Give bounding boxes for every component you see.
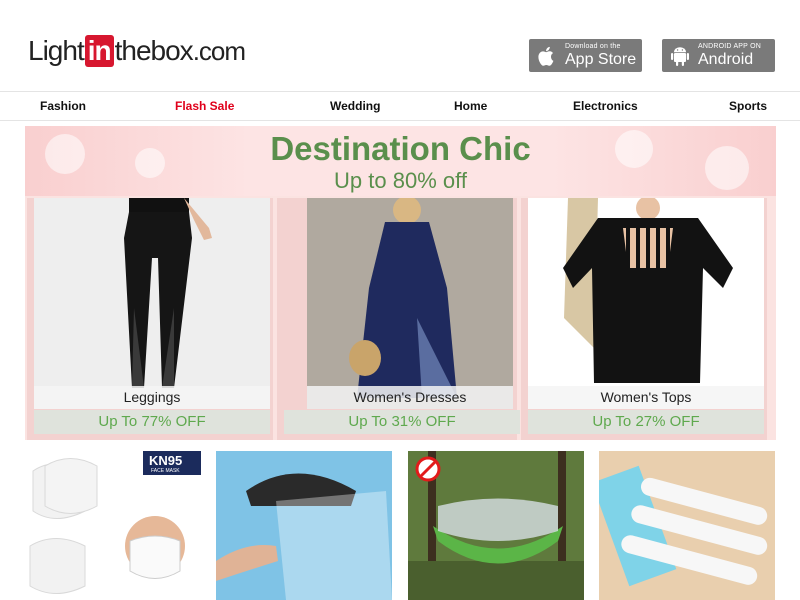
product-tile-hammock[interactable]: [408, 451, 584, 600]
android-icon: [670, 45, 690, 67]
nav-flash-sale[interactable]: Flash Sale: [175, 99, 234, 113]
banner-title: Destination Chic: [270, 130, 531, 167]
logo-text-thebox: thebox: [114, 35, 194, 66]
app-store-button[interactable]: Download on the App Store: [529, 39, 642, 72]
product-caption: Leggings: [34, 386, 270, 409]
thermometer-image: [599, 451, 775, 600]
product-card-leggings[interactable]: Leggings Up To 77% OFF: [27, 198, 273, 440]
tops-image: [528, 198, 764, 409]
app-store-small-label: Download on the: [565, 43, 621, 50]
android-label: Android: [698, 51, 754, 68]
product-caption: Women's Dresses: [307, 386, 513, 409]
app-store-text: Download on the App Store: [565, 43, 636, 68]
product-card-dresses[interactable]: Women's Dresses Up To 31% OFF: [277, 198, 520, 440]
kn95-label: KN95: [149, 453, 183, 468]
header: Light in thebox .com Download on the App St…: [0, 0, 800, 90]
product-card-tops[interactable]: Women's Tops Up To 27% OFF: [521, 198, 767, 440]
leggings-image: [34, 198, 270, 409]
android-small-label: ANDROID APP ON: [698, 43, 761, 50]
main-nav: Fashion Flash Sale Wedding Home Electron…: [0, 91, 800, 121]
promo-banner[interactable]: Destination Chic Up to 80% off Leggings …: [25, 126, 776, 440]
product-discount: Up To 77% OFF: [34, 410, 270, 434]
nav-home[interactable]: Home: [454, 99, 487, 113]
nav-sports[interactable]: Sports: [729, 99, 767, 113]
android-text: ANDROID APP ON Android: [698, 43, 761, 68]
product-tile-thermometer[interactable]: [599, 451, 775, 600]
product-tile-masks[interactable]: KN95 FACE MASK: [25, 451, 201, 600]
dresses-image: [307, 198, 513, 409]
banner-subtitle: Up to 80% off: [334, 168, 467, 193]
face-mask-label: FACE MASK: [151, 468, 180, 474]
logo-text-in: in: [84, 35, 114, 67]
product-tile-face-shield[interactable]: [216, 451, 392, 600]
logo-text-com: .com: [192, 35, 246, 66]
nav-fashion[interactable]: Fashion: [40, 99, 86, 113]
hammock-image: [408, 451, 584, 600]
logo-text-light: Light: [28, 35, 85, 66]
nav-electronics[interactable]: Electronics: [573, 99, 638, 113]
product-discount: Up To 31% OFF: [284, 410, 520, 434]
product-discount: Up To 27% OFF: [528, 410, 764, 434]
product-caption: Women's Tops: [528, 386, 764, 409]
nav-wedding[interactable]: Wedding: [330, 99, 380, 113]
logo[interactable]: Light in thebox .com: [28, 34, 246, 68]
face-shield-image: [216, 451, 392, 600]
app-store-label: App Store: [565, 51, 637, 68]
apple-icon: [537, 45, 557, 67]
android-app-button[interactable]: ANDROID APP ON Android: [662, 39, 775, 72]
